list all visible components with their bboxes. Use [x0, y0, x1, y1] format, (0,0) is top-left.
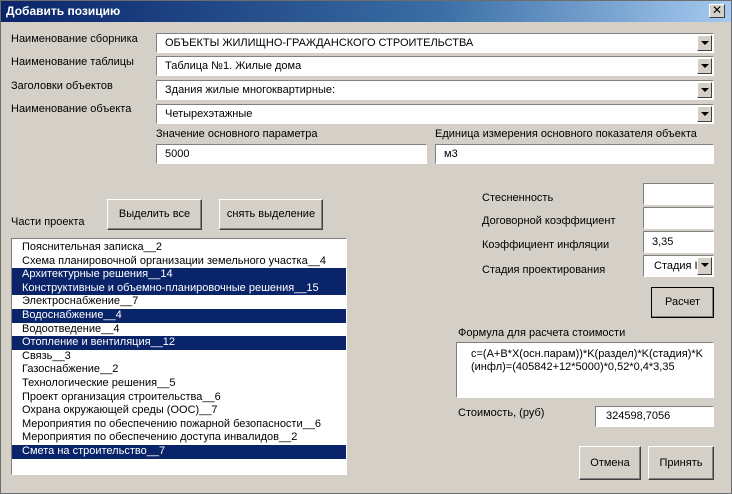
chevron-down-icon[interactable] [697, 35, 712, 51]
object-value: Четырехэтажные [165, 108, 253, 120]
deselect-button[interactable]: снять выделение [219, 199, 323, 230]
list-item[interactable]: Технологические решения__5 [12, 377, 346, 391]
accept-button[interactable]: Принять [648, 446, 714, 480]
chevron-down-icon[interactable] [697, 257, 712, 275]
contract-coef-label: Договорной коэффициент [482, 215, 616, 227]
deselect-label: снять выделение [226, 208, 316, 220]
list-item[interactable]: Мероприятия по обеспечению пожарной безо… [12, 418, 346, 432]
headers-select[interactable]: Здания жилые многоквартирные: [156, 80, 714, 100]
headers-value: Здания жилые многоквартирные: [165, 84, 336, 96]
list-item[interactable]: Мероприятия по обеспечению доступа инвал… [12, 431, 346, 445]
title-bar[interactable]: Добавить позицию ✕ [1, 1, 731, 22]
formula-line-2: (инфл)=(405842+12*5000)*0,52*0,4*3,35 [471, 361, 675, 373]
stage-value: Стадия I [654, 260, 698, 272]
list-item[interactable]: Водоотведение__4 [12, 323, 346, 337]
object-label: Наименование объекта [11, 103, 132, 115]
parts-label: Части проекта [11, 216, 85, 228]
list-item[interactable]: Проект организация строительства__6 [12, 391, 346, 405]
chevron-down-icon[interactable] [697, 58, 712, 74]
constraint-field[interactable] [643, 183, 714, 205]
formula-field[interactable]: c=(A+B*X(осн.парам))*K(раздел)*K(стадия)… [456, 342, 714, 398]
collection-label: Наименование сборника [11, 33, 138, 45]
collection-select[interactable]: ОБЪЕКТЫ ЖИЛИЩНО-ГРАЖДАНСКОГО СТРОИТЕЛЬСТ… [156, 33, 714, 53]
close-icon[interactable]: ✕ [709, 4, 725, 18]
chevron-down-icon[interactable] [697, 106, 712, 122]
list-item[interactable]: Водоснабжение__4 [12, 308, 346, 323]
inflation-coef-field[interactable]: 3,35 [643, 231, 714, 253]
collection-value: ОБЪЕКТЫ ЖИЛИЩНО-ГРАЖДАНСКОГО СТРОИТЕЛЬСТ… [165, 37, 474, 49]
object-select[interactable]: Четырехэтажные [156, 104, 714, 124]
stage-select[interactable]: Стадия I [643, 255, 714, 277]
table-select[interactable]: Таблица №1. Жилые дома [156, 56, 714, 76]
calculate-label: Расчет [665, 296, 700, 308]
chevron-down-icon[interactable] [697, 82, 712, 98]
list-item[interactable]: Архитектурные решения__14 [12, 268, 346, 282]
select-all-label: Выделить все [118, 208, 191, 220]
constraint-label: Стесненность [482, 192, 554, 204]
formula-line-1: c=(A+B*X(осн.парам))*K(раздел)*K(стадия)… [471, 348, 703, 360]
accept-label: Принять [659, 457, 703, 469]
cancel-label: Отмена [590, 457, 630, 469]
table-value: Таблица №1. Жилые дома [165, 60, 302, 72]
list-item[interactable]: Электроснабжение__7 [12, 295, 346, 309]
list-item[interactable]: Пояснительная записка__2 [12, 241, 346, 255]
dialog-window: Добавить позицию ✕ Наименование сборника… [0, 0, 732, 494]
list-item[interactable]: Конструктивные и объемно-планировочные р… [12, 281, 346, 296]
calculate-button[interactable]: Расчет [651, 287, 714, 318]
list-item[interactable]: Охрана окружающей среды (ООС)__7 [12, 404, 346, 418]
parts-list[interactable]: Пояснительная записка__2 Схема планирово… [11, 238, 347, 475]
inflation-coef-label: Коэффициент инфляции [482, 239, 610, 251]
stage-label: Стадия проектирования [482, 264, 606, 276]
unit-label: Единица измерения основного показателя о… [435, 128, 697, 140]
list-item[interactable]: Отопление и вентиляция__12 [12, 336, 346, 350]
list-item[interactable]: Газоснабжение__2 [12, 363, 346, 377]
cost-field[interactable]: 324598,7056 [595, 406, 714, 427]
list-item[interactable]: Смета на строительство__7 [12, 444, 346, 459]
main-param-field[interactable]: 5000 [156, 144, 427, 164]
formula-label: Формула для расчета стоимости [458, 327, 626, 339]
list-item[interactable]: Схема планировочной организации земельно… [12, 255, 346, 269]
contract-coef-field[interactable] [643, 207, 714, 229]
unit-field[interactable]: м3 [435, 144, 714, 164]
cost-label: Стоимость, (руб) [458, 407, 545, 419]
table-label: Наименование таблицы [11, 56, 134, 68]
window-title: Добавить позицию [6, 4, 121, 18]
main-param-label: Значение основного параметра [156, 128, 318, 140]
cancel-button[interactable]: Отмена [579, 446, 641, 480]
list-item[interactable]: Связь__3 [12, 350, 346, 364]
select-all-button[interactable]: Выделить все [107, 199, 202, 230]
headers-label: Заголовки объектов [11, 80, 113, 92]
